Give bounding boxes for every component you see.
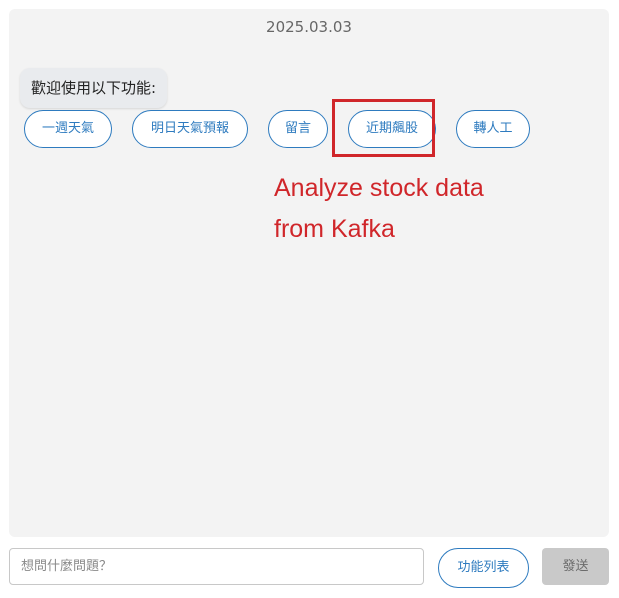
chat-date: 2025.03.03 [266, 18, 352, 36]
annotation-text: Analyze stock data from Kafka [274, 168, 484, 250]
welcome-message-bubble: 歡迎使用以下功能: [20, 68, 168, 108]
quick-reply-leave-message[interactable]: 留言 [268, 110, 328, 148]
function-list-button[interactable]: 功能列表 [438, 548, 529, 588]
quick-reply-tomorrow-forecast[interactable]: 明日天氣預報 [132, 110, 248, 148]
question-input[interactable] [9, 548, 424, 585]
chat-area: 2025.03.03 歡迎使用以下功能: [9, 9, 609, 537]
send-button[interactable]: 發送 [542, 548, 609, 585]
annotation-line-2: from Kafka [274, 215, 395, 243]
quick-reply-transfer-to-human[interactable]: 轉人工 [456, 110, 530, 148]
quick-reply-weekly-weather[interactable]: 一週天氣 [24, 110, 112, 148]
annotation-line-1: Analyze stock data [274, 174, 484, 202]
quick-reply-hot-stocks[interactable]: 近期飆股 [348, 110, 436, 148]
